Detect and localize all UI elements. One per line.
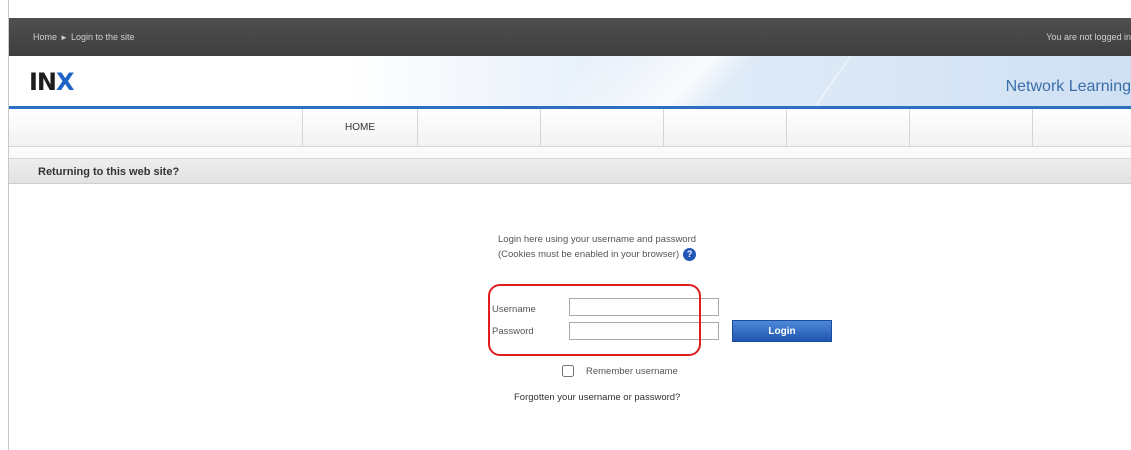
intro-line-2-row: (Cookies must be enabled in your browser…: [498, 247, 697, 262]
credentials-highlight: [488, 284, 701, 356]
username-label: Username: [492, 304, 536, 315]
site-tagline: Network Learning: [1005, 78, 1131, 95]
site-logo[interactable]: INX: [29, 68, 75, 96]
intro-line-2: (Cookies must be enabled in your browser…: [498, 249, 680, 260]
remember-username-label: Remember username: [586, 365, 678, 377]
section-title: Returning to this web site?: [38, 166, 180, 178]
help-icon[interactable]: ?: [683, 248, 697, 261]
top-bar: Home ► Login to the site You are not log…: [9, 18, 1131, 56]
nav-item-4[interactable]: [663, 109, 786, 146]
forgot-credentials-link[interactable]: Forgotten your username or password?: [514, 392, 680, 403]
nav-item-3[interactable]: [540, 109, 663, 146]
header-banner: INX Network Learning: [9, 56, 1131, 108]
main-nav: HOME: [9, 109, 1131, 147]
banner-decoration: [534, 56, 844, 108]
logo-accent: X: [56, 68, 74, 96]
nav-item-home[interactable]: HOME: [302, 109, 417, 146]
logo-text: IN: [29, 68, 57, 96]
password-label: Password: [492, 326, 534, 337]
remember-username-checkbox[interactable]: [562, 365, 574, 377]
section-header: Returning to this web site?: [9, 158, 1131, 184]
nav-item-6[interactable]: [909, 109, 1032, 146]
breadcrumb: Home ► Login to the site: [33, 32, 134, 42]
nav-item-7[interactable]: [1032, 109, 1131, 146]
breadcrumb-current: Login to the site: [70, 32, 135, 42]
login-status: You are not logged in: [1046, 32, 1131, 42]
nav-item-5[interactable]: [786, 109, 909, 146]
nav-item-2[interactable]: [417, 109, 540, 146]
password-field[interactable]: [569, 322, 719, 340]
page-frame: Home ► Login to the site You are not log…: [8, 0, 1131, 450]
username-field[interactable]: [569, 298, 719, 316]
breadcrumb-home-link[interactable]: Home: [33, 32, 57, 42]
login-instructions: Login here using your username and passw…: [498, 232, 697, 262]
login-button[interactable]: Login: [732, 320, 832, 342]
remember-username[interactable]: Remember username: [562, 365, 678, 377]
section-spacer: [9, 147, 1131, 158]
intro-line-1: Login here using your username and passw…: [498, 234, 697, 245]
breadcrumb-separator-icon: ►: [60, 32, 68, 42]
